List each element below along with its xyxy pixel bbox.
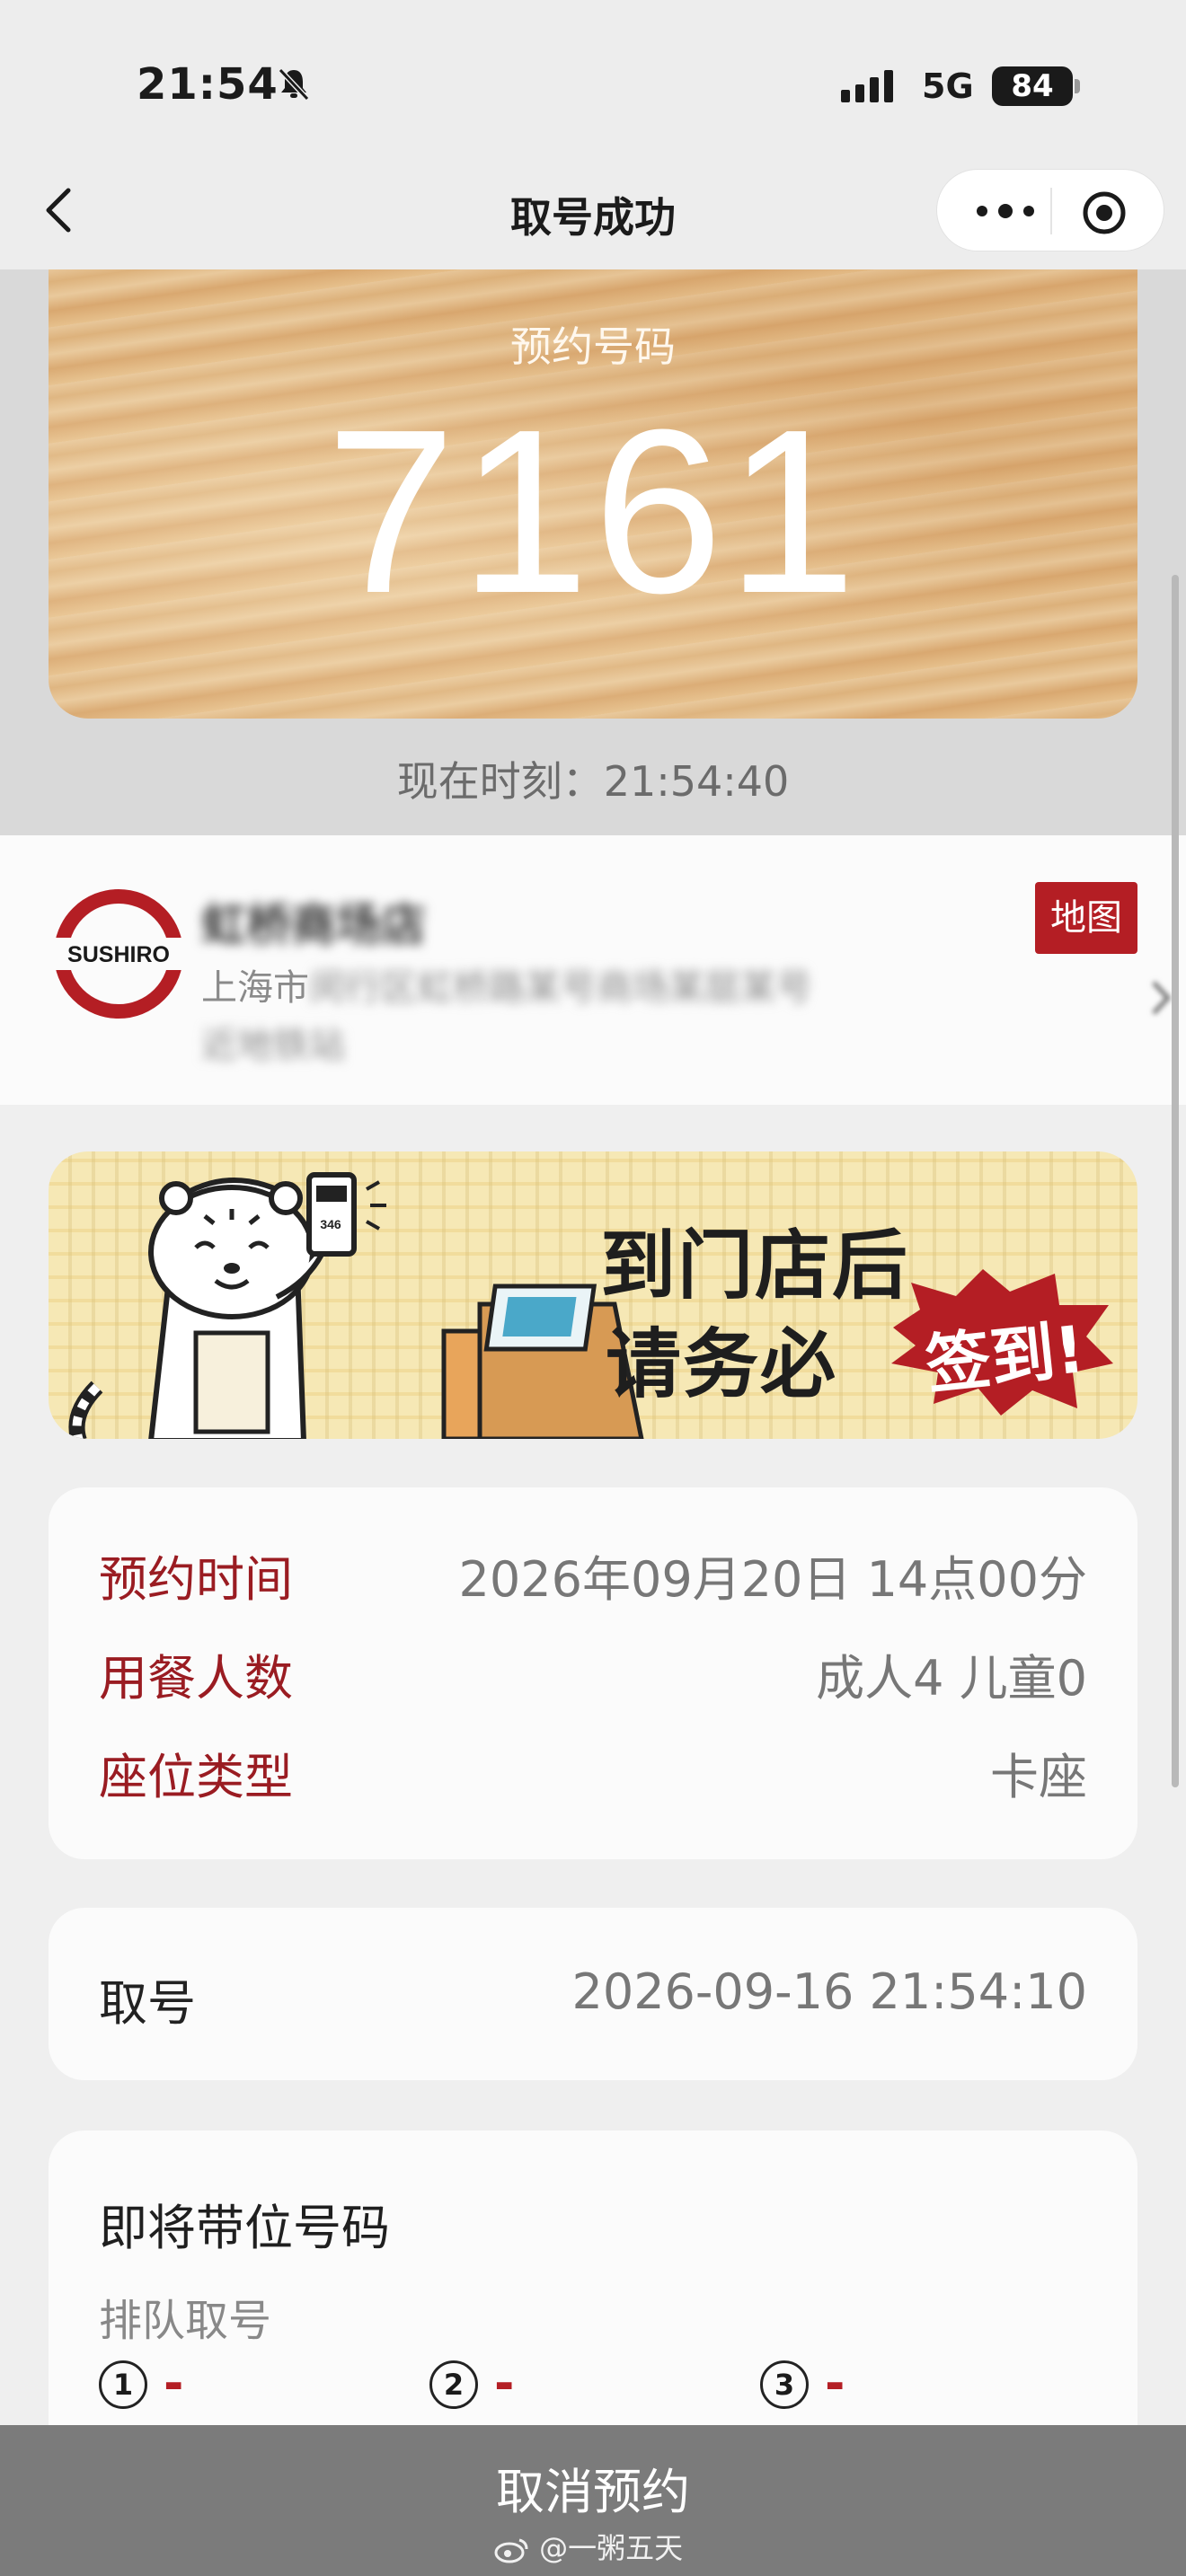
queue-title: 即将带位号码 [99, 2200, 390, 2256]
reservation-section: 预约号码 7161 现在时刻：21:54:40 [0, 269, 1186, 835]
queue-subtitle: 排队取号 [99, 2296, 272, 2346]
capsule-divider [1050, 188, 1052, 234]
current-time: 现在时刻：21:54:40 [396, 757, 790, 806]
battery-icon: 84 [992, 66, 1080, 106]
mini-program-capsule [936, 169, 1164, 251]
reservation-number: 7161 [325, 382, 861, 642]
check-in-banner[interactable]: 346 到门店后 请务必 签到! [49, 1151, 1137, 1439]
network-type: 5G [922, 66, 974, 106]
weibo-icon [494, 2538, 528, 2563]
detail-row-time: 预约时间 2026年09月20日 14点00分 [99, 1539, 1087, 1608]
cancel-reservation-button[interactable]: 取消预约 [0, 2452, 1186, 2523]
reservation-label: 预约号码 [510, 322, 676, 371]
detail-value: 2026年09月20日 14点00分 [458, 1551, 1087, 1608]
store-name: 虹桥商场店 [201, 899, 426, 951]
banner-line2: 请务必 [606, 1320, 838, 1408]
cellular-signal-icon [841, 70, 893, 102]
queue-index: 3 [760, 2360, 809, 2409]
watermark: @一粥五天 [494, 2526, 683, 2567]
detail-label: 用餐人数 [99, 1650, 293, 1707]
bell-muted-icon [278, 67, 310, 101]
phone-number: 346 [320, 1217, 341, 1231]
tiger-mascot-icon: 346 [68, 1172, 386, 1439]
nav-bar: 取号成功 [0, 153, 1186, 269]
ticket-label: 取号 [99, 1975, 196, 2032]
detail-row-party: 用餐人数 成人4 儿童0 [99, 1638, 1087, 1707]
detail-value: 卡座 [990, 1749, 1087, 1805]
scrollbar[interactable] [1172, 575, 1179, 1787]
watermark-text: @一粥五天 [539, 2531, 684, 2565]
store-address: 上海市闵行区虹桥路某号商场某层某号 近地铁站 [201, 959, 1136, 1074]
logo-text: SUSHIRO [67, 942, 170, 967]
close-target-icon[interactable] [1081, 190, 1128, 236]
more-dots-icon[interactable] [969, 190, 1041, 233]
address-prefix: 上海市 [201, 967, 309, 1009]
status-bar: 21:54 5G 84 [0, 0, 1186, 153]
banner-line1: 到门店后 [600, 1222, 910, 1310]
status-time: 21:54 [137, 59, 279, 110]
detail-label: 预约时间 [99, 1551, 293, 1608]
bottom-bar: 取消预约 @一粥五天 [0, 2425, 1186, 2576]
address-line2: 近地铁站 [201, 1025, 345, 1066]
store-info: SUSHIRO 虹桥商场店 上海市闵行区虹桥路某号商场某层某号 近地铁站 地图 [0, 835, 1186, 1105]
ticket-time-card: 取号 2026-09-16 21:54:10 [49, 1908, 1137, 2080]
detail-value: 成人4 儿童0 [816, 1650, 1087, 1707]
address-rest: 闵行区虹桥路某号商场某层某号 [309, 967, 812, 1009]
queue-index: 2 [429, 2360, 478, 2409]
ticket-value: 2026-09-16 21:54:10 [571, 1963, 1087, 2020]
sushiro-logo: SUSHIRO [54, 889, 183, 1019]
reservation-card: 预约号码 7161 [49, 269, 1137, 719]
reservation-details: 预约时间 2026年09月20日 14点00分 用餐人数 成人4 儿童0 座位类… [49, 1487, 1137, 1859]
map-button[interactable]: 地图 [1035, 882, 1137, 954]
detail-label: 座位类型 [99, 1749, 293, 1805]
detail-row-seat: 座位类型 卡座 [99, 1737, 1087, 1805]
queue-index: 1 [99, 2360, 147, 2409]
